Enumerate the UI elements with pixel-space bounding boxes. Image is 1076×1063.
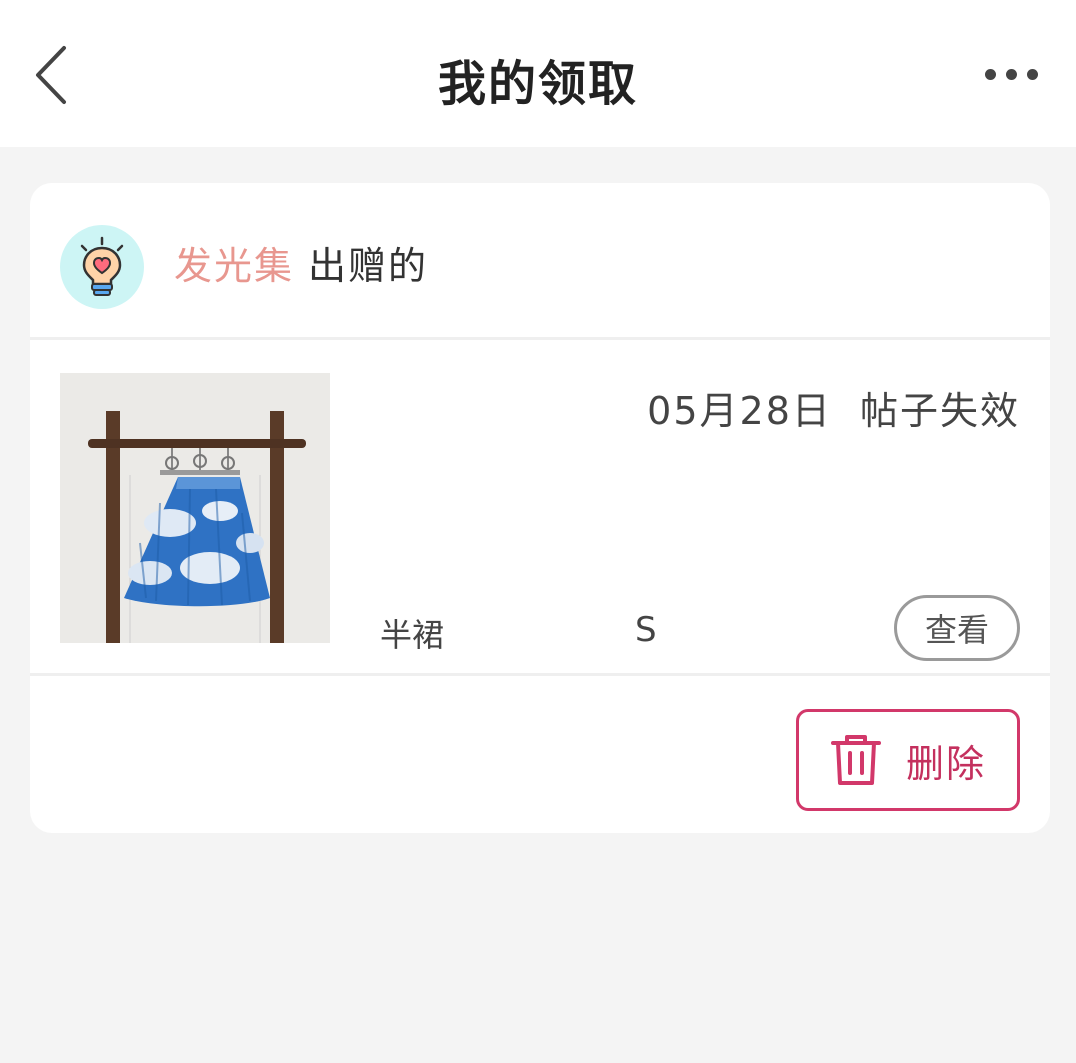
view-button[interactable]: 查看 [894,595,1020,661]
lightbulb-heart-icon [80,236,124,296]
item-row: 05月28日 帖子失效 半裙 S 查看 [30,340,1050,676]
avatar[interactable] [60,225,144,309]
owner-action: 出赠的 [308,244,429,288]
post-status: 帖子失效 [859,389,1020,433]
item-name: 半裙 [380,616,445,654]
delete-label: 删除 [905,741,986,786]
claim-card: 发光集 出赠的 05月28日 帖子失效 半裙 S 查看 删除 [30,183,1050,833]
item-size: S [635,610,657,650]
claim-date: 05月28日 [647,389,832,433]
owner-name[interactable]: 发光集 [174,244,294,288]
more-dots-icon [984,68,996,80]
trash-icon [830,735,881,785]
status-line: 05月28日 帖子失效 [647,380,1020,435]
owner-line: 发光集 出赠的 [174,235,428,290]
more-button[interactable] [976,54,1046,94]
page-title: 我的领取 [437,56,638,112]
skirt-on-rack-image [60,373,330,643]
item-thumbnail[interactable] [60,373,330,643]
delete-button[interactable]: 删除 [796,709,1020,811]
nav-bar: 我的领取 [0,0,1076,147]
card-header: 发光集 出赠的 [30,183,1050,340]
